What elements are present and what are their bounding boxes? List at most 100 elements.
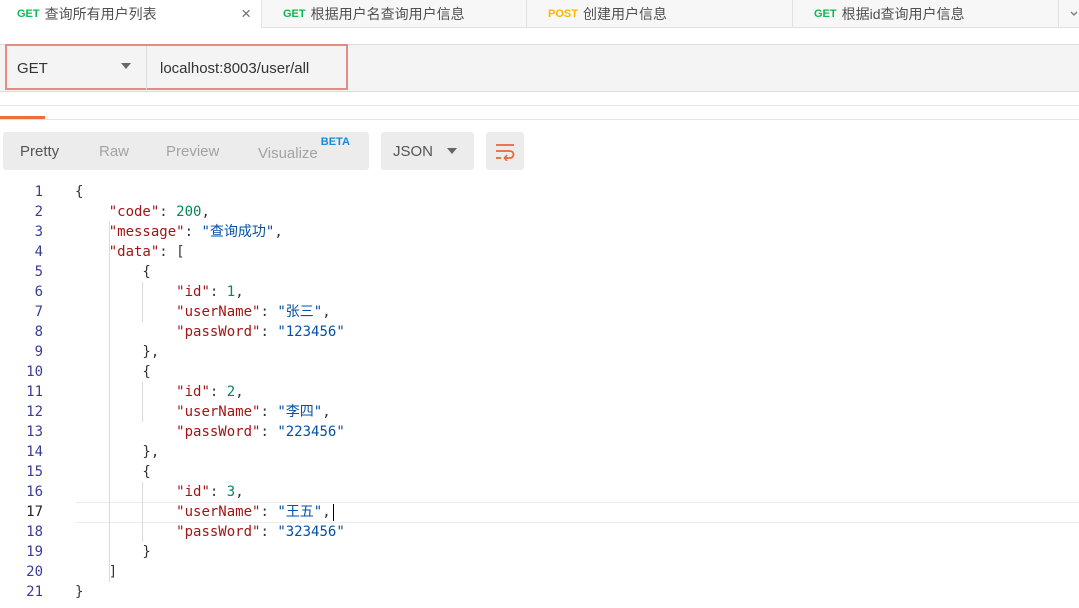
code-line: 17 "userName": "王五", xyxy=(0,502,1079,523)
url-value: localhost:8003/user/all xyxy=(160,59,310,77)
code-line: 6 "id": 1, xyxy=(0,282,1079,302)
code-text: ] xyxy=(75,564,118,580)
format-select[interactable]: JSON xyxy=(381,132,474,170)
visualize-label: Visualize xyxy=(258,145,318,162)
code-text: } xyxy=(75,544,151,560)
request-tab-2[interactable]: GET 根据用户名查询用户信息 xyxy=(266,0,527,27)
chevron-down-icon[interactable] xyxy=(1069,1,1079,27)
http-method-select[interactable]: GET xyxy=(7,46,147,90)
caret-down-icon xyxy=(447,148,457,154)
code-line: 2 "code": 200, xyxy=(0,202,1079,222)
tab-method-badge: GET xyxy=(283,7,306,20)
format-value: JSON xyxy=(393,142,434,160)
close-icon[interactable]: × xyxy=(241,4,251,24)
line-number: 20 xyxy=(26,564,43,580)
code-line: 21} xyxy=(0,582,1079,602)
code-text: "id": 1, xyxy=(176,284,244,300)
caret-down-icon xyxy=(121,63,131,69)
code-line: 20 ] xyxy=(0,562,1079,582)
code-line: 10 { xyxy=(0,362,1079,382)
line-number: 9 xyxy=(34,344,43,360)
code-line: 8 "passWord": "123456" xyxy=(0,322,1079,342)
code-text: "userName": "张三", xyxy=(176,304,331,320)
tab-method-badge: POST xyxy=(548,7,578,20)
line-number: 1 xyxy=(34,184,43,200)
response-body-editor[interactable]: 1{2 "code": 200, 3 "message": "查询成功", 4 "d… xyxy=(0,182,1079,602)
indent-guide xyxy=(142,482,143,542)
beta-badge: BETA xyxy=(320,136,350,148)
code-line: 1{ xyxy=(0,182,1079,202)
code-text: { xyxy=(75,264,151,280)
indent-guide xyxy=(109,222,110,582)
code-text: "userName": "王五", xyxy=(75,502,334,522)
code-line: 4 "data": [ xyxy=(0,242,1079,262)
code-text: "passWord": "223456" xyxy=(176,424,345,440)
code-text: { xyxy=(75,364,151,380)
line-number: 10 xyxy=(26,364,43,380)
line-number: 18 xyxy=(26,524,43,540)
code-line: 16 "id": 3, xyxy=(0,482,1079,502)
view-raw-button[interactable]: Raw xyxy=(99,143,129,160)
code-line: 15 { xyxy=(0,462,1079,482)
line-number: 12 xyxy=(26,404,43,420)
code-line: 18 "passWord": "323456" xyxy=(0,522,1079,542)
code-line: 7 "userName": "张三", xyxy=(0,302,1079,322)
indent-guide xyxy=(142,282,143,322)
http-method-value: GET xyxy=(17,59,48,77)
code-text: } xyxy=(75,584,84,600)
line-number: 4 xyxy=(34,244,43,260)
code-line: 12 "userName": "李四", xyxy=(0,402,1079,422)
code-text: "data": [ xyxy=(108,244,185,260)
request-tab-4[interactable]: GET 根据id查询用户信息 xyxy=(797,0,1059,27)
line-number: 6 xyxy=(34,284,43,300)
code-text: { xyxy=(75,184,84,200)
view-pretty-button[interactable]: Pretty xyxy=(20,143,59,160)
line-number: 19 xyxy=(26,544,43,560)
section-divider xyxy=(0,119,1079,120)
line-number: 17 xyxy=(26,504,43,520)
code-text: "userName": "李四", xyxy=(176,404,331,420)
request-tab-bar: GET 查询所有用户列表 × GET 根据用户名查询用户信息 POST 创建用户… xyxy=(0,0,1079,28)
code-line: 19 } xyxy=(0,542,1079,562)
tab-title: 根据用户名查询用户信息 xyxy=(310,5,465,22)
line-number: 13 xyxy=(26,424,43,440)
url-input[interactable]: localhost:8003/user/all xyxy=(150,46,345,90)
tab-method-badge: GET xyxy=(17,8,40,20)
code-line: 13 "passWord": "223456" xyxy=(0,422,1079,442)
line-number: 7 xyxy=(34,304,43,320)
code-text: "message": "查询成功", xyxy=(108,224,283,240)
view-visualize-button[interactable]: VisualizeBETA xyxy=(258,136,350,162)
line-number: 21 xyxy=(26,584,43,600)
code-text: "id": 2, xyxy=(176,384,244,400)
wrap-lines-button[interactable] xyxy=(486,132,524,170)
text-cursor xyxy=(332,503,334,521)
code-text: "passWord": "323456" xyxy=(176,524,345,540)
tab-title: 创建用户信息 xyxy=(582,5,667,22)
tab-title: 根据id查询用户信息 xyxy=(841,5,965,22)
code-text: "id": 3, xyxy=(176,484,244,500)
indent-guide xyxy=(142,382,143,422)
wrap-lines-icon xyxy=(496,144,515,161)
code-text: { xyxy=(75,464,151,480)
section-divider xyxy=(0,105,1079,106)
line-number: 15 xyxy=(26,464,43,480)
line-number: 2 xyxy=(34,204,43,220)
line-number: 11 xyxy=(26,384,43,400)
code-text: "code": 200, xyxy=(108,204,210,220)
code-line: 11 "id": 2, xyxy=(0,382,1079,402)
tab-title: 查询所有用户列表 xyxy=(44,6,157,22)
response-view-group: Pretty Raw Preview VisualizeBETA xyxy=(3,132,369,170)
tab-method-badge: GET xyxy=(814,7,837,20)
code-line: 9 }, xyxy=(0,342,1079,362)
code-line: 5 { xyxy=(0,262,1079,282)
view-preview-button[interactable]: Preview xyxy=(166,143,219,160)
line-number: 8 xyxy=(34,324,43,340)
request-tab-3[interactable]: POST 创建用户信息 xyxy=(531,0,793,27)
line-number: 5 xyxy=(34,264,43,280)
code-text: }, xyxy=(75,444,160,460)
code-line: 3 "message": "查询成功", xyxy=(0,222,1079,242)
request-bar: GET localhost:8003/user/all xyxy=(0,28,1079,94)
request-tab-1[interactable]: GET 查询所有用户列表 × xyxy=(0,0,262,28)
code-line: 14 }, xyxy=(0,442,1079,462)
line-number: 14 xyxy=(26,444,43,460)
